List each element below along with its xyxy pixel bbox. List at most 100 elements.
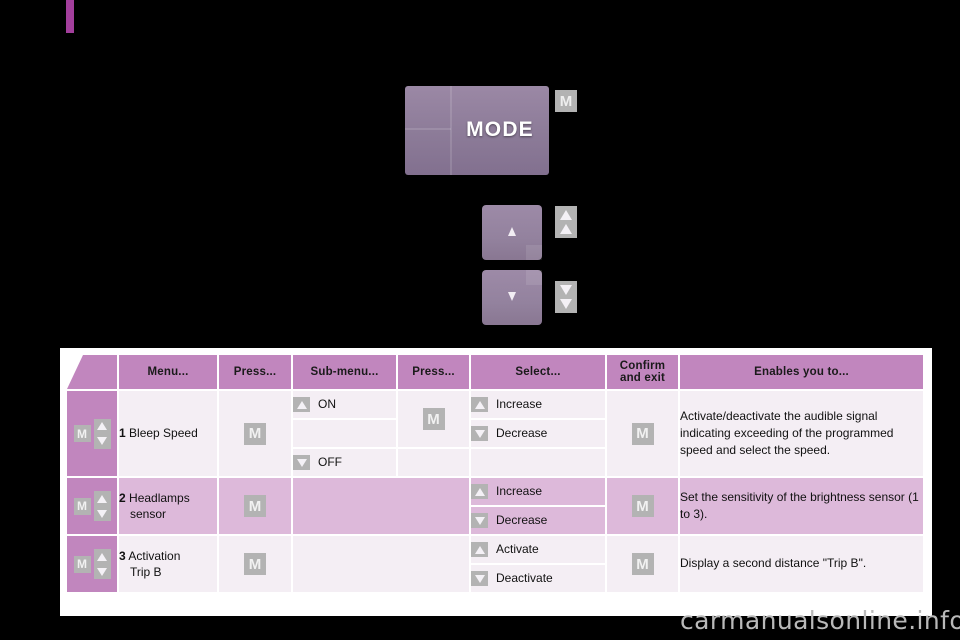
select-cell-empty <box>469 447 607 478</box>
table-corner-cell <box>65 353 119 391</box>
row-key-cell-1: M <box>65 389 119 478</box>
down-key-icon[interactable] <box>471 426 488 442</box>
up-arrow-key-icon <box>555 206 577 238</box>
confirm-cell-3: M <box>605 534 680 594</box>
select-label-decrease-2: Decrease <box>496 512 548 527</box>
down-triangle-icon <box>508 292 516 301</box>
down-key-icon[interactable] <box>93 433 111 449</box>
row-key-cell-2: M <box>65 476 119 536</box>
menu-number-3: 3 <box>119 548 126 563</box>
mode-button-seam-vertical <box>450 86 452 175</box>
table-header-row: Menu... Press... Sub-menu... Press... Se… <box>65 353 925 391</box>
button-notch <box>526 270 542 285</box>
select-label-increase-2: Increase <box>496 483 543 498</box>
select-label-deactivate: Deactivate <box>496 570 553 585</box>
select-cell-increase: Increase <box>469 389 607 420</box>
mode-button-label: MODE <box>466 118 534 141</box>
up-button-illustration <box>482 205 542 260</box>
up-key-icon[interactable] <box>471 397 488 413</box>
up-key-icon[interactable] <box>471 484 488 500</box>
confirm-cell-1: M <box>605 389 680 478</box>
header-menu: Menu... <box>117 353 219 391</box>
submenu-cell-3-empty <box>291 534 471 594</box>
menu-label-2a: Headlamps <box>129 490 190 505</box>
header-press-2: Press... <box>396 353 471 391</box>
submenu-cell-2-empty <box>291 476 471 536</box>
menu-label-1: Bleep Speed <box>129 426 198 441</box>
button-notch <box>526 245 542 260</box>
up-key-icon[interactable] <box>293 397 310 413</box>
down-key-icon[interactable] <box>471 571 488 587</box>
header-enables-you-to: Enables you to... <box>678 353 925 391</box>
m-key-icon[interactable]: M <box>422 408 445 430</box>
down-arrow-key-icon <box>555 281 577 313</box>
select-cell-increase-2: Increase <box>469 476 607 507</box>
header-select: Select... <box>469 353 607 391</box>
description-cell-3: Display a second distance "Trip B". <box>678 534 925 594</box>
m-key-icon[interactable]: M <box>73 555 91 573</box>
select-cell-decrease-2: Decrease <box>469 505 607 536</box>
press-cell-1: M <box>217 389 293 478</box>
down-key-icon[interactable] <box>93 506 111 521</box>
table-paper: Menu... Press... Sub-menu... Press... Se… <box>60 348 932 616</box>
select-cell-activate: Activate <box>469 534 607 565</box>
m-key-icon[interactable]: M <box>631 422 654 445</box>
submenu-cell-empty <box>291 418 398 449</box>
select-label-increase: Increase <box>496 396 543 411</box>
submenu-label-on: ON <box>318 396 336 411</box>
down-key-icon[interactable] <box>293 455 310 471</box>
menu-label-3b: Trip B <box>130 565 162 579</box>
select-cell-decrease: Decrease <box>469 418 607 449</box>
press-cell-2: M <box>217 476 293 536</box>
table-row: M 3 Activation Trip B M Activate M Displ… <box>65 534 925 594</box>
menu-number-1: 1 <box>119 426 126 441</box>
menu-cell-1: 1 Bleep Speed <box>117 389 219 478</box>
header-sub-menu: Sub-menu... <box>291 353 398 391</box>
menu-number-2: 2 <box>119 490 126 505</box>
header-press-1: Press... <box>217 353 293 391</box>
submenu-label-off: OFF <box>318 454 342 469</box>
table-row: M 2 Headlamps sensor M Increase M Set th… <box>65 476 925 536</box>
confirm-line-2: and exit <box>619 372 666 384</box>
select-cell-deactivate: Deactivate <box>469 563 607 594</box>
submenu-cell-on: ON <box>291 389 398 420</box>
menu-cell-2: 2 Headlamps sensor <box>117 476 219 536</box>
m-key-icon[interactable]: M <box>73 497 91 515</box>
mode-button-seam-horizontal <box>405 128 451 130</box>
menu-cell-3: 3 Activation Trip B <box>117 534 219 594</box>
down-key-icon[interactable] <box>471 513 488 529</box>
down-button-illustration <box>482 270 542 325</box>
menu-label-2b: sensor <box>130 507 167 521</box>
manual-page: MODE M Menu... Press... Sub-menu... Pres… <box>0 0 960 640</box>
table-row: M 1 Bleep Speed M ON M Increase M Activa… <box>65 389 925 478</box>
m-key-icon[interactable]: M <box>244 422 266 445</box>
mode-button-illustration: MODE <box>405 86 549 175</box>
confirm-line-1: Confirm <box>619 360 666 372</box>
up-key-icon[interactable] <box>93 418 111 434</box>
m-key-icon[interactable]: M <box>631 495 654 517</box>
confirm-cell-2: M <box>605 476 680 536</box>
menu-reference-table: Menu... Press... Sub-menu... Press... Se… <box>65 353 925 594</box>
down-key-icon[interactable] <box>93 564 111 579</box>
select-label-activate: Activate <box>496 541 539 556</box>
up-key-icon[interactable] <box>93 549 111 564</box>
m-key-icon[interactable]: M <box>631 553 654 575</box>
press2-cell-empty <box>396 447 471 478</box>
menu-label-3a: Activation <box>128 548 181 563</box>
header-confirm-and-exit: Confirm and exit <box>605 353 680 391</box>
m-key-icon[interactable]: M <box>73 425 91 442</box>
mode-key-icon: M <box>555 90 577 112</box>
up-key-icon[interactable] <box>93 491 111 506</box>
page-tab-mark <box>66 0 74 33</box>
description-cell-1: Activate/deactivate the audible signal i… <box>678 389 925 478</box>
description-cell-2: Set the sensitivity of the brightness se… <box>678 476 925 536</box>
m-key-icon[interactable]: M <box>244 495 266 517</box>
press2-cell-1: M <box>396 389 471 449</box>
m-key-icon[interactable]: M <box>244 553 266 575</box>
row-key-cell-3: M <box>65 534 119 594</box>
select-label-decrease: Decrease <box>496 425 548 440</box>
press-cell-3: M <box>217 534 293 594</box>
up-triangle-icon <box>508 227 516 236</box>
up-key-icon[interactable] <box>471 542 488 558</box>
submenu-cell-off: OFF <box>291 447 398 478</box>
